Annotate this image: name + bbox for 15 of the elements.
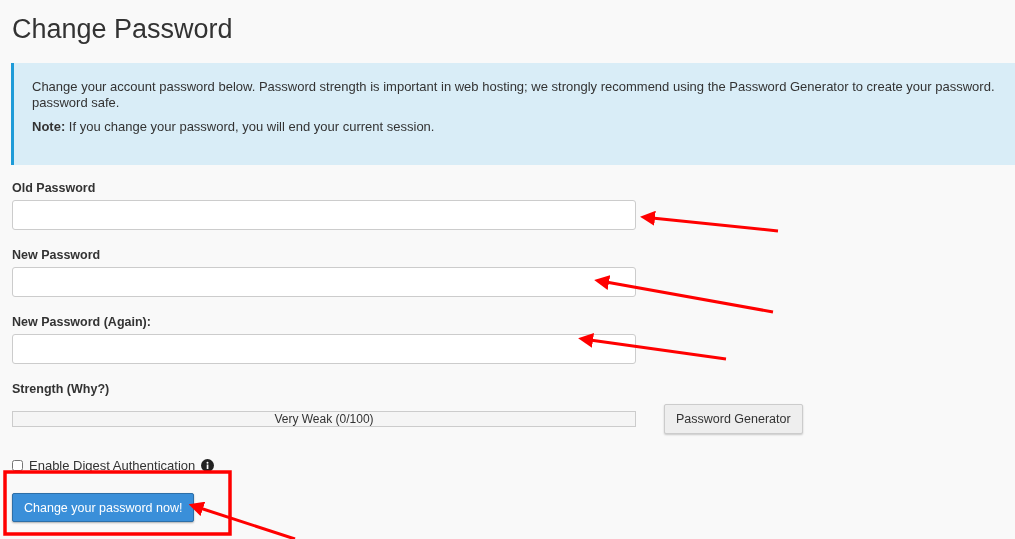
note-text: Note: If you change your password, you will end your current session. xyxy=(32,119,436,135)
strength-label: Strength (Why?) xyxy=(12,382,111,396)
field-label: Old Password xyxy=(12,181,97,195)
strength-meter: Very Weak (0/100) xyxy=(12,411,636,427)
page-title: Change Password xyxy=(12,13,234,46)
password-generator-button[interactable]: Password Generator xyxy=(664,404,803,434)
checkbox-label: Enable Digest Authentication xyxy=(29,458,196,473)
password-field[interactable] xyxy=(12,200,636,230)
intro-text: Change your account password below. Password strength is important in web hosting; we strongly recommend using the Password Generator to create your password. password safe. xyxy=(32,79,996,111)
password-field[interactable] xyxy=(12,334,636,364)
info-icon[interactable] xyxy=(201,459,215,472)
checkbox[interactable] xyxy=(12,460,23,471)
field-label: New Password xyxy=(12,248,102,262)
field-label: New Password (Again): xyxy=(12,315,152,329)
password-field[interactable] xyxy=(12,267,636,297)
